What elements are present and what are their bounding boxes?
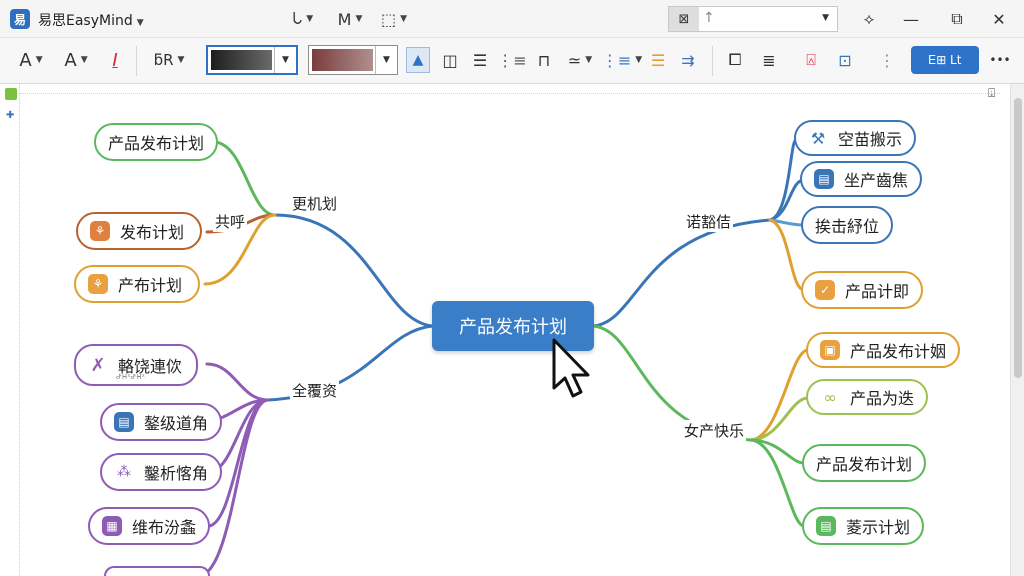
fill-swatch	[211, 50, 272, 70]
puzzle-icon: ✗	[90, 354, 106, 376]
minimize-button[interactable]: —	[898, 6, 924, 32]
topic-node[interactable]: ▤ 鏊级道角	[100, 403, 223, 441]
topic-label: 产品发布计划	[108, 134, 205, 153]
brush-style-button[interactable]: ƃR ▼	[146, 48, 192, 72]
topic-node[interactable]: ⚒ 空苗搬示	[794, 120, 917, 156]
layout-top-icon[interactable]: ☰	[468, 47, 492, 73]
pin-icon[interactable]: ⟡	[856, 6, 882, 32]
image-icon: ⊠	[669, 7, 699, 31]
topic-label: 产品计即	[845, 282, 910, 301]
clipboard-icon: ▣	[820, 340, 840, 360]
bracket-icon[interactable]: ⊓	[532, 47, 556, 73]
topic-node[interactable]: ∞ 产品为迭	[806, 379, 929, 415]
topic-node[interactable]: 挨击紓位	[801, 206, 894, 244]
drag-handle-icon[interactable]: ⋮	[879, 47, 895, 73]
topic-node[interactable]: ✓ 产品计即	[801, 271, 924, 309]
vertical-scrollbar[interactable]	[1010, 84, 1024, 576]
topic-label: 鑿析愘角	[144, 464, 209, 483]
document-icon: ▤	[816, 516, 836, 536]
topic-node[interactable]: ▦ 维布汾螽	[88, 507, 211, 545]
topic-label: 维布汾螽	[132, 518, 197, 537]
left-ruler	[0, 84, 20, 576]
topic-node[interactable]: ⚘ 发布计划	[76, 212, 203, 250]
chart-icon: ✓	[815, 280, 835, 300]
chevron-down-icon: ▼	[375, 46, 397, 74]
topic-node[interactable]: 产品发布计划	[94, 123, 219, 161]
layout-left-icon[interactable]: ◫	[438, 47, 462, 73]
paint-brush-icon[interactable]: ⍓	[798, 47, 824, 73]
branch-label-bottom-right[interactable]: 女产快乐	[682, 420, 747, 441]
topic-label: 空苗搬示	[838, 130, 903, 149]
branch-label-top-right[interactable]: 诺豁佶	[684, 211, 734, 232]
chevron-down-icon: ▼	[274, 47, 296, 73]
grid-icon: ⁂	[117, 464, 131, 480]
topic-label: 产布计划	[118, 276, 183, 295]
align-icon[interactable]: ☰	[646, 47, 670, 73]
node-subtext: ᕷᕼᕽᕷᕼᕽ	[116, 373, 145, 381]
canvas-corner-icon	[5, 88, 17, 100]
italic-button[interactable]: I	[104, 48, 126, 72]
restore-button[interactable]: ⧉	[944, 6, 970, 32]
branch-label-bottom-left[interactable]: 全覆资	[290, 380, 340, 401]
top-guideline	[20, 93, 1000, 94]
wrench-icon: ⚒	[810, 128, 826, 148]
curve-line-icon[interactable]: ≃ ▼	[562, 47, 598, 73]
topic-label: 鏊级道角	[144, 414, 209, 433]
line-swatch	[312, 49, 373, 71]
close-button[interactable]: ✕	[986, 6, 1012, 32]
selection-tool-button[interactable]: ⬚ ▼	[378, 9, 410, 29]
search-combobox[interactable]: ⊠ ↑ ▼	[668, 6, 838, 32]
title-bar: 易 易思EasyMind ▼ ᘂ ▼ M ▼ ⬚ ▼ ⊠ ↑ ▼ ⟡ — ⧉ ✕	[0, 0, 1024, 38]
markup-tool-button[interactable]: M ▼	[335, 9, 365, 29]
fill-color-picker[interactable]: ▼	[206, 45, 298, 75]
app-title[interactable]: 易思EasyMind ▼	[38, 10, 144, 30]
leaf-icon: ⚘	[90, 221, 110, 241]
document-icon: ▤	[814, 169, 834, 189]
topic-node-partial[interactable]	[104, 566, 210, 576]
chevron-down-icon: ▼	[822, 13, 829, 23]
font-style-button[interactable]: A ▼	[58, 48, 94, 72]
search-value: ↑	[703, 10, 715, 26]
topic-label: 坐产齒焦	[844, 171, 909, 190]
leaf-icon: ⚘	[88, 274, 108, 294]
link-icon: ∞	[823, 387, 837, 407]
topic-node[interactable]: ⚘ 产布计划	[74, 265, 201, 303]
topic-label: 产品发布计姻	[850, 342, 947, 361]
arrange-icon[interactable]: ⇉	[676, 47, 700, 73]
more-options-button[interactable]: •••	[986, 47, 1014, 73]
branch-sublabel[interactable]: 共呼	[213, 211, 248, 232]
document-icon: ▤	[114, 412, 134, 432]
topic-node[interactable]: ▣ 产品发布计姻	[806, 332, 961, 368]
mouse-cursor-icon	[552, 338, 590, 398]
search-shape-icon[interactable]: ⊡	[832, 47, 858, 73]
topic-label: 产品发布计划	[816, 455, 913, 474]
topic-node[interactable]: 产品发布计划	[802, 444, 927, 482]
topic-label: 产品为迭	[850, 389, 915, 408]
topic-label: 发布计划	[120, 223, 185, 242]
topic-label: 菱示计划	[846, 518, 911, 537]
list-icon[interactable]: ⋮≡	[497, 47, 526, 73]
app-logo-icon: 易	[10, 9, 30, 29]
primary-action-button[interactable]: Ꭼ⊞ Lt	[911, 46, 979, 74]
line-color-picker[interactable]: ▼	[308, 45, 398, 75]
new-page-icon[interactable]: ⧠	[722, 47, 748, 73]
topic-node[interactable]: ▤ 坐产齒焦	[800, 161, 923, 197]
topic-node[interactable]: ⁂ 鑿析愘角	[100, 453, 223, 491]
outline-icon[interactable]: ⋮≡ ▼	[602, 47, 642, 73]
notes-icon[interactable]: ≣	[756, 47, 782, 73]
toolbar-divider	[136, 46, 137, 76]
toolbar-divider	[712, 46, 713, 76]
ruler-marker-icon: ✚	[6, 110, 15, 121]
connector-tool-button[interactable]: ᘂ ▼	[288, 9, 318, 29]
topic-node[interactable]: ▤ 菱示计划	[802, 507, 925, 545]
shape-triangle-icon[interactable]: ▲	[406, 47, 430, 73]
calendar-icon: ▦	[102, 516, 122, 536]
branch-label-top-left[interactable]: 更机划	[290, 193, 340, 214]
scrollbar-thumb[interactable]	[1014, 98, 1022, 378]
topic-label: 挨击紓位	[815, 217, 880, 236]
font-size-button[interactable]: A ▼	[14, 48, 48, 72]
